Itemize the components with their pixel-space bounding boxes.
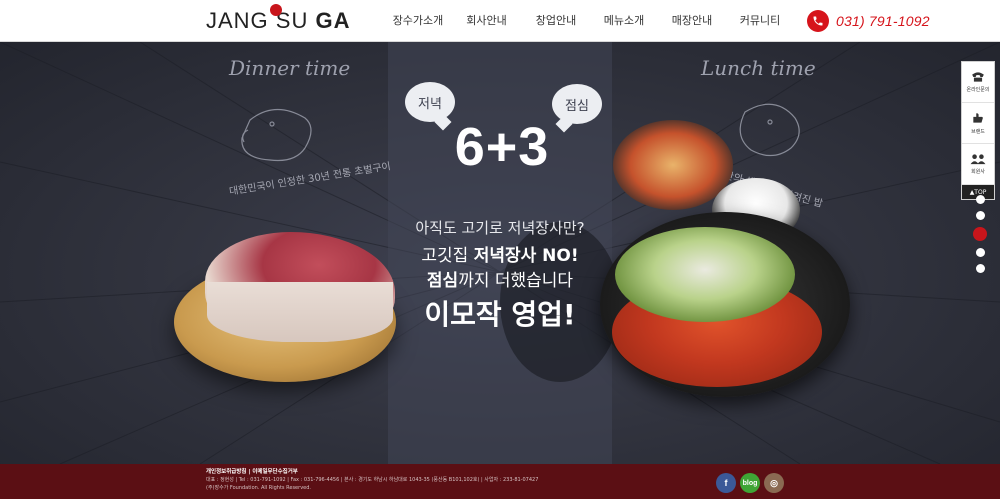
nav-item-stores[interactable]: 매장안내	[659, 0, 725, 42]
footer-company-info: 대표 : 정현성 | Tel : 031-791-1092 | Fax : 03…	[206, 477, 539, 483]
phone-contact[interactable]: 031) 791-1092	[807, 10, 930, 32]
phone-icon	[972, 72, 984, 82]
logo-seal-icon	[270, 4, 282, 16]
pork-steak-side-image	[207, 282, 393, 342]
footer-copyright: (주)장수가 Foundation. All Rights Reserved.	[206, 485, 311, 491]
nav-item-community[interactable]: 커뮤니티	[727, 0, 793, 42]
main-nav: 장수가소개 회사안내 창업안내 메뉴소개 매장안내 커뮤니티	[386, 0, 793, 42]
quick-item-inquiry[interactable]: 온라인문의	[962, 62, 994, 103]
lunch-time-label: Lunch time	[701, 56, 816, 80]
hero-line-2-highlight: 저녁장사 NO!	[473, 246, 579, 266]
nav-item-menu[interactable]: 메뉴소개	[591, 0, 657, 42]
quick-item-label: 브랜드	[971, 129, 985, 135]
footer-info: 개인정보취급방침 | 이메일무단수집거부 대표 : 정현성 | Tel : 03…	[206, 468, 538, 492]
hero-line-2-text: 고깃집	[421, 246, 474, 266]
nav-item-franchise[interactable]: 창업안내	[523, 0, 589, 42]
instagram-icon[interactable]: ◎	[764, 473, 784, 493]
quick-item-label: 온라인문의	[966, 87, 990, 93]
pager-dot[interactable]	[975, 195, 985, 204]
social-links: f blog ◎	[716, 473, 784, 493]
facebook-icon[interactable]: f	[716, 473, 736, 493]
slide-pager	[973, 195, 987, 273]
hand-icon	[973, 113, 983, 123]
six-plus-three-headline: 6+3	[454, 117, 550, 177]
quick-item-brand[interactable]: 브랜드	[962, 103, 994, 144]
site-header: JANG SU GA 장수가소개 회사안내 창업안내 메뉴소개 매장안내 커뮤니…	[0, 0, 1000, 42]
logo[interactable]: JANG SU GA	[206, 4, 350, 36]
hero-line-4: 이모작 영업!	[424, 298, 576, 331]
quick-item-label: 회원사	[971, 169, 985, 175]
nav-item-about[interactable]: 장수가소개	[386, 0, 450, 42]
nav-item-company[interactable]: 회사안내	[452, 0, 521, 42]
hero-line-3-text: 까지 더했습니다	[458, 271, 574, 291]
hero-banner: Dinner time Lunch time 대한민국이 인정한 30년 전통 …	[0, 42, 1000, 464]
phone-number: 031) 791-1092	[836, 13, 930, 29]
phone-icon	[807, 10, 829, 32]
pager-dot[interactable]	[975, 248, 985, 257]
hero-line-1: 아직도 고기로 저녁장사만?	[415, 219, 585, 237]
blog-icon[interactable]: blog	[740, 473, 760, 493]
site-footer: 개인정보취급방침 | 이메일무단수집거부 대표 : 정현성 | Tel : 03…	[0, 464, 1000, 499]
people-icon	[970, 154, 986, 165]
pager-dot-active[interactable]	[973, 227, 987, 241]
dinner-time-label: Dinner time	[229, 56, 351, 80]
footer-policy-links[interactable]: 개인정보취급방침 | 이메일무단수집거부	[206, 468, 538, 476]
quick-menu: 온라인문의 브랜드 회원사 ▲TOP	[961, 61, 995, 200]
hero-line-3-highlight: 점심	[426, 271, 459, 291]
hero-line-3: 점심까지 더했습니다	[388, 266, 612, 291]
pager-dot[interactable]	[975, 264, 985, 273]
pager-dot[interactable]	[975, 211, 985, 220]
quick-item-members[interactable]: 회원사	[962, 144, 994, 185]
green-onion-image	[615, 227, 795, 322]
hero-line-2: 고깃집 저녁장사 NO!	[388, 241, 612, 266]
